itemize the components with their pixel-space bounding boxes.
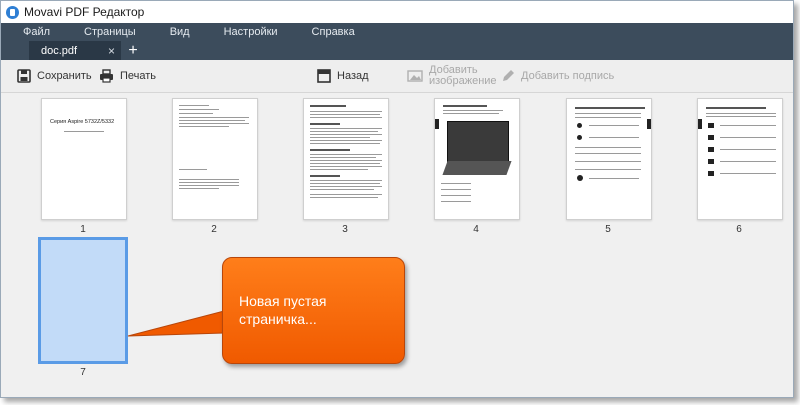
page-thumbnail-5[interactable]	[566, 98, 652, 220]
title-bar: Movavi PDF Редактор	[1, 1, 793, 23]
menu-pages[interactable]: Страницы	[84, 26, 136, 38]
page-number-2: 2	[211, 224, 217, 235]
image-icon	[407, 70, 423, 82]
window-title: Movavi PDF Редактор	[24, 5, 145, 19]
page-thumbnail-2[interactable]	[172, 98, 258, 220]
menu-help[interactable]: Справка	[312, 26, 355, 38]
page-thumbnail-3[interactable]	[303, 98, 389, 220]
page-thumbnail-6[interactable]	[697, 98, 783, 220]
page-1-title: Серия Aspire 5732Z/5332	[50, 119, 115, 125]
add-image-button[interactable]: Добавить изображение	[407, 60, 497, 92]
back-label: Назад	[337, 70, 369, 82]
tab-doc-pdf[interactable]: doc.pdf ×	[29, 41, 121, 60]
close-icon[interactable]: ×	[108, 44, 115, 58]
save-icon	[17, 69, 31, 83]
tab-label: doc.pdf	[41, 44, 78, 57]
annotation-callout: Новая пустая страничка...	[222, 257, 405, 364]
page-number-3: 3	[342, 224, 348, 235]
add-signature-label: Добавить подпись	[521, 70, 615, 82]
app-logo-icon	[6, 5, 19, 19]
laptop-image	[447, 121, 509, 163]
menu-bar: Файл Страницы Вид Настройки Справка	[1, 23, 793, 41]
page-thumbnail-1[interactable]: Серия Aspire 5732Z/5332	[41, 98, 127, 220]
add-image-label-2: изображение	[429, 75, 497, 87]
callout-line-1: Новая пустая	[239, 293, 327, 309]
page-number-7: 7	[80, 367, 86, 378]
callout-line-2: страничка...	[239, 311, 317, 327]
menu-file[interactable]: Файл	[23, 26, 50, 38]
add-tab-button[interactable]: +	[121, 41, 145, 60]
print-button[interactable]: Печать	[99, 60, 156, 92]
printer-icon	[100, 69, 113, 83]
tab-bar: doc.pdf × +	[1, 41, 793, 60]
menu-view[interactable]: Вид	[170, 26, 190, 38]
page-thumbnail-7-blank[interactable]	[38, 237, 128, 364]
page-thumbnail-4[interactable]	[434, 98, 520, 220]
toolbar: Сохранить Печать Назад Добавить изображе…	[1, 60, 793, 93]
pen-icon	[503, 70, 514, 81]
back-button[interactable]: Назад	[317, 60, 369, 92]
page-number-5: 5	[605, 224, 611, 235]
back-view-icon	[317, 69, 331, 83]
menu-settings[interactable]: Настройки	[224, 26, 278, 38]
save-label: Сохранить	[37, 70, 92, 82]
save-button[interactable]: Сохранить	[17, 60, 92, 92]
page-number-1: 1	[80, 224, 86, 235]
page-number-4: 4	[473, 224, 479, 235]
print-label: Печать	[120, 70, 157, 82]
page-number-6: 6	[736, 224, 742, 235]
add-signature-button[interactable]: Добавить подпись	[501, 60, 614, 92]
